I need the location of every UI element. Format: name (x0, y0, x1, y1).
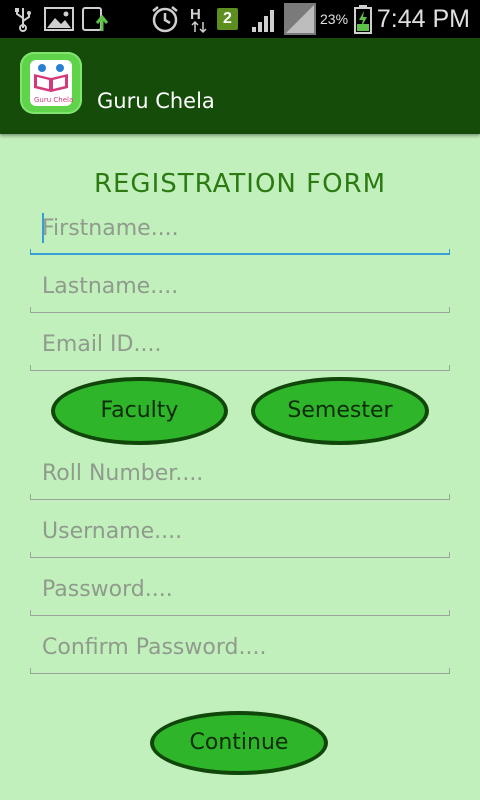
firstname-field[interactable] (30, 203, 450, 255)
field-underline (30, 494, 450, 500)
alarm-icon (150, 0, 180, 38)
battery-charging-icon (354, 0, 372, 38)
semester-button[interactable]: Semester (251, 377, 429, 445)
lastname-field[interactable] (30, 261, 450, 313)
gallery-icon (44, 0, 74, 38)
field-underline (30, 249, 450, 255)
upload-icon (82, 0, 112, 38)
form-title: REGISTRATION FORM (93, 169, 387, 199)
username-field[interactable] (30, 506, 450, 558)
field-underline (30, 552, 450, 558)
network-h-icon: H (188, 0, 212, 38)
username-input[interactable] (30, 506, 450, 556)
battery-percent: 23% (320, 11, 349, 27)
status-bar: H 2 23% 7:44 PM (0, 0, 480, 38)
password-input[interactable] (30, 564, 450, 614)
action-bar: Guru Chela Guru Chela (0, 38, 480, 134)
field-underline (30, 668, 450, 674)
text-cursor (42, 213, 44, 243)
signal-alt-icon (283, 0, 317, 38)
app-logo-icon[interactable]: Guru Chela (20, 52, 82, 114)
notification-badge: 2 (217, 8, 238, 30)
firstname-input[interactable] (30, 203, 450, 253)
field-underline (30, 610, 450, 616)
app-title: Guru Chela (97, 89, 215, 113)
lastname-input[interactable] (30, 261, 450, 311)
roll-number-field[interactable] (30, 448, 450, 500)
usb-icon (12, 0, 34, 38)
logo-text: Guru Chela (34, 96, 74, 104)
continue-button[interactable]: Continue (150, 711, 328, 775)
svg-text:H: H (190, 6, 201, 23)
signal-icon (250, 0, 280, 38)
field-underline (30, 365, 450, 371)
confirm-password-input[interactable] (30, 622, 450, 672)
password-field[interactable] (30, 564, 450, 616)
status-time: 7:44 PM (376, 5, 470, 33)
email-input[interactable] (30, 319, 450, 369)
field-underline (30, 307, 450, 313)
email-field[interactable] (30, 319, 450, 371)
roll-number-input[interactable] (30, 448, 450, 498)
faculty-button[interactable]: Faculty (51, 377, 228, 445)
confirm-password-field[interactable] (30, 622, 450, 674)
